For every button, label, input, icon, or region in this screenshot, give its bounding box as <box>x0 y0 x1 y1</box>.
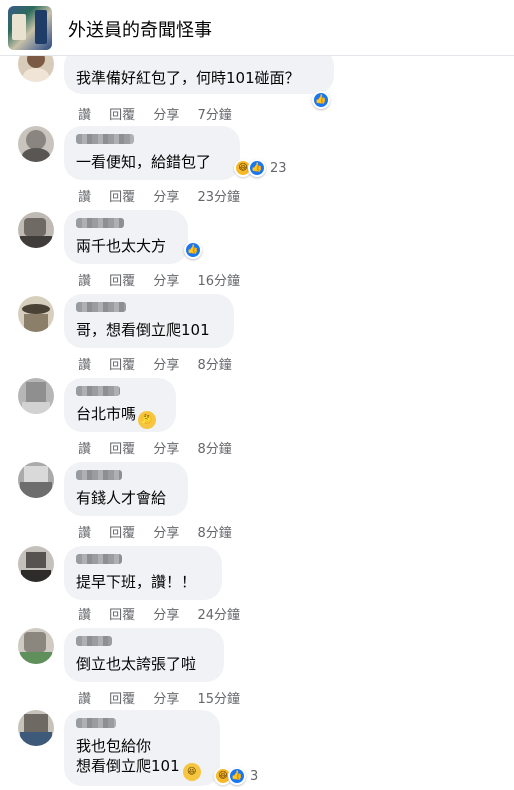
thinking-emoji: 🤔 <box>138 411 157 429</box>
like-action[interactable]: 讚 <box>78 608 91 623</box>
timestamp[interactable]: 23分鐘 <box>197 190 240 205</box>
comment-actions: 讚 回覆 分享 24分鐘 <box>78 604 254 623</box>
comment-bubble: 哥，想看倒立爬101 <box>64 294 234 348</box>
comment-text: 倒立也太誇張了啦 <box>76 655 197 673</box>
reply-action[interactable]: 回覆 <box>109 692 135 707</box>
reaction-summary[interactable]: 😆 👍 23 <box>234 158 287 178</box>
comment-text-row: 台北市嗎 🤔 <box>76 404 164 429</box>
comment-text: 一看便知，給錯包了 <box>76 153 212 171</box>
comment-bubble: 有錢人才會給 <box>64 462 188 516</box>
like-action[interactable]: 讚 <box>78 274 91 289</box>
comment-actions: 讚 回覆 分享 8分鐘 <box>78 522 246 541</box>
share-action[interactable]: 分享 <box>153 108 179 123</box>
reaction-count: 3 <box>250 768 259 784</box>
share-action[interactable]: 分享 <box>153 692 179 707</box>
share-action[interactable]: 分享 <box>153 526 179 541</box>
reaction-summary[interactable]: 👍 <box>184 240 202 260</box>
comment-text: 哥，想看倒立爬101 <box>76 321 210 339</box>
like-icon: 👍 <box>248 159 266 177</box>
avatar[interactable] <box>18 546 54 582</box>
like-action[interactable]: 讚 <box>78 108 91 123</box>
comment-actions: 讚 回覆 分享 8分鐘 <box>78 438 246 457</box>
comment-text-line2: 想看倒立爬101 <box>76 757 180 775</box>
timestamp[interactable]: 8分鐘 <box>197 442 231 457</box>
avatar[interactable] <box>18 126 54 162</box>
comment-actions: 讚 回覆 分享 16分鐘 <box>78 270 254 289</box>
comment-text: 兩千也太大方 <box>76 237 167 255</box>
reply-action[interactable]: 回覆 <box>109 108 135 123</box>
author-name[interactable] <box>76 636 112 646</box>
comment-actions: 讚 回覆 分享 7分鐘 <box>78 104 246 123</box>
like-action[interactable]: 讚 <box>78 190 91 205</box>
author-name[interactable] <box>76 218 124 228</box>
comment-text: 我準備好紅包了，何時101碰面？ <box>76 69 300 87</box>
comment-bubble: 提早下班，讚！！ <box>64 546 222 600</box>
comment-text-line2-row: 想看倒立爬101 😆 <box>76 756 208 781</box>
author-name[interactable] <box>76 386 120 396</box>
comment-actions: 讚 回覆 分享 8分鐘 <box>78 354 246 373</box>
author-name[interactable] <box>76 554 122 564</box>
group-header: 外送員的奇聞怪事 <box>0 0 514 56</box>
comment-text: 台北市嗎 <box>76 405 137 423</box>
avatar[interactable] <box>18 462 54 498</box>
like-icon: 👍 <box>184 241 202 259</box>
like-action[interactable]: 讚 <box>78 692 91 707</box>
laughing-emoji: 😆 <box>182 763 201 781</box>
comment-bubble: 我也包給你 想看倒立爬101 😆 <box>64 710 220 786</box>
share-action[interactable]: 分享 <box>153 190 179 205</box>
like-icon: 👍 <box>312 91 330 109</box>
comment-bubble: 倒立也太誇張了啦 <box>64 628 224 682</box>
avatar[interactable] <box>18 628 54 664</box>
comment-bubble: 一看便知，給錯包了 <box>64 126 240 180</box>
comment-bubble: 台北市嗎 🤔 <box>64 378 176 432</box>
reaction-count: 23 <box>270 160 287 176</box>
comment-text: 有錢人才會給 <box>76 489 167 507</box>
comment-actions: 讚 回覆 分享 15分鐘 <box>78 688 254 707</box>
avatar[interactable] <box>18 296 54 332</box>
like-action[interactable]: 讚 <box>78 526 91 541</box>
share-action[interactable]: 分享 <box>153 442 179 457</box>
timestamp[interactable]: 24分鐘 <box>197 608 240 623</box>
timestamp[interactable]: 16分鐘 <box>197 274 240 289</box>
reply-action[interactable]: 回覆 <box>109 608 135 623</box>
timestamp[interactable]: 8分鐘 <box>197 526 231 541</box>
author-name[interactable] <box>76 470 122 480</box>
reply-action[interactable]: 回覆 <box>109 526 135 541</box>
avatar[interactable] <box>18 710 54 746</box>
share-action[interactable]: 分享 <box>153 274 179 289</box>
comment-text: 提早下班，讚！！ <box>76 573 197 591</box>
avatar[interactable] <box>18 212 54 248</box>
author-name[interactable] <box>76 302 126 312</box>
author-name[interactable] <box>76 134 134 144</box>
like-icon: 👍 <box>228 767 246 785</box>
share-action[interactable]: 分享 <box>153 358 179 373</box>
like-action[interactable]: 讚 <box>78 358 91 373</box>
reply-action[interactable]: 回覆 <box>109 358 135 373</box>
comment-actions: 讚 回覆 分享 23分鐘 <box>78 186 254 205</box>
comment-bubble: 兩千也太大方 <box>64 210 188 264</box>
reaction-summary[interactable]: 😆 👍 3 <box>214 766 258 786</box>
group-avatar[interactable] <box>8 6 52 50</box>
reply-action[interactable]: 回覆 <box>109 190 135 205</box>
reply-action[interactable]: 回覆 <box>109 442 135 457</box>
timestamp[interactable]: 15分鐘 <box>197 692 240 707</box>
avatar[interactable] <box>18 378 54 414</box>
comment-text-line1: 我也包給你 <box>76 737 152 755</box>
timestamp[interactable]: 7分鐘 <box>197 108 231 123</box>
group-title[interactable]: 外送員的奇聞怪事 <box>68 16 212 42</box>
reply-action[interactable]: 回覆 <box>109 274 135 289</box>
like-action[interactable]: 讚 <box>78 442 91 457</box>
reaction-summary[interactable]: 👍 <box>312 90 330 110</box>
timestamp[interactable]: 8分鐘 <box>197 358 231 373</box>
author-name[interactable] <box>76 718 116 728</box>
share-action[interactable]: 分享 <box>153 608 179 623</box>
